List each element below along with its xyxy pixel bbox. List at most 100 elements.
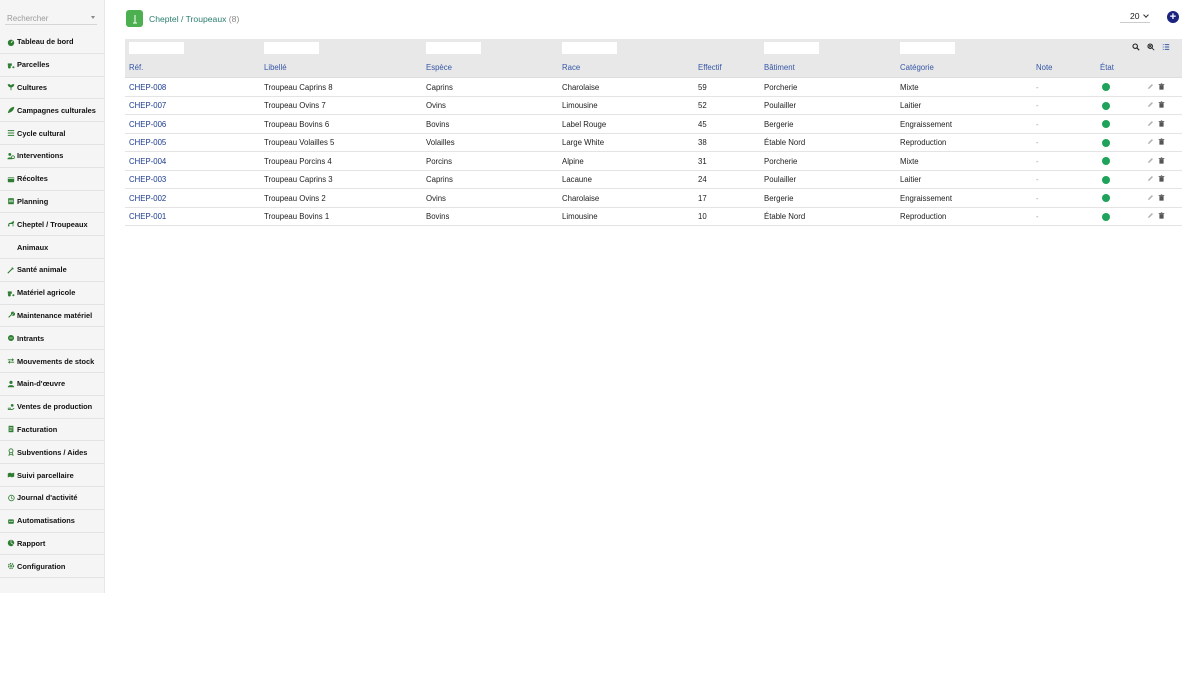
sidebar-item-sante-animale[interactable]: Santé animale (0, 259, 104, 282)
sidebar-item-intrants[interactable]: Intrants (0, 327, 104, 351)
sidebar-item-parcelles[interactable]: Parcelles (0, 54, 104, 77)
sidebar-item-campagnes-culturales[interactable]: Campagnes culturales (0, 99, 104, 123)
app-logo[interactable] (126, 10, 143, 27)
sidebar-item-mouvements-de-stock[interactable]: Mouvements de stock (0, 350, 104, 373)
trash-icon[interactable] (1158, 83, 1165, 92)
sidebar-item-label: Intrants (17, 333, 45, 343)
table-row[interactable]: CHEP-008 Troupeau Caprins 8 Caprins Charola… (125, 78, 1182, 97)
edit-icon[interactable] (1147, 120, 1154, 129)
trash-icon[interactable] (1158, 157, 1165, 166)
sidebar-item-tableau-de-bord[interactable]: Tableau de bord (0, 31, 104, 54)
sidebar-item-suivi-parcellaire[interactable]: Suivi parcellaire (0, 464, 104, 487)
column-header[interactable]: Race (562, 57, 580, 78)
edit-icon[interactable] (1147, 157, 1154, 166)
column-header[interactable]: Espèce (426, 57, 452, 78)
trash-icon[interactable] (1158, 175, 1165, 184)
edit-icon[interactable] (1147, 138, 1154, 147)
column-header[interactable]: Libellé (264, 57, 287, 78)
gauge-icon (6, 37, 15, 46)
sidebar-item-cultures[interactable]: Cultures (0, 77, 104, 100)
ref-link[interactable]: CHEP-007 (129, 97, 166, 116)
table-row[interactable]: CHEP-002 Troupeau Ovins 2 Ovins Charolaise 1… (125, 189, 1182, 208)
sidebar-item-maintenance-materiel[interactable]: Maintenance matériel (0, 305, 104, 328)
invoice-icon (6, 425, 15, 434)
filter-input[interactable] (562, 42, 617, 54)
table-row[interactable]: CHEP-003 Troupeau Caprins 3 Caprins Lacaune… (125, 171, 1182, 190)
page-title[interactable]: Cheptel / Troupeaux (149, 14, 226, 24)
ref-link[interactable]: CHEP-002 (129, 189, 166, 208)
filter-input[interactable] (264, 42, 319, 54)
column-header[interactable]: État (1100, 57, 1114, 78)
trash-icon[interactable] (1158, 194, 1165, 203)
search-box[interactable] (5, 12, 97, 25)
trash-icon[interactable] (1158, 120, 1165, 129)
trash-icon[interactable] (1158, 101, 1165, 110)
ref-link[interactable]: CHEP-006 (129, 115, 166, 134)
sidebar-item-animaux[interactable]: Animaux (0, 236, 104, 259)
table-cell: Engraissement (900, 119, 953, 129)
edit-icon[interactable] (1147, 212, 1154, 221)
table-row[interactable]: CHEP-007 Troupeau Ovins 7 Ovins Limousine 52… (125, 97, 1182, 116)
sidebar-item-facturation[interactable]: Facturation (0, 419, 104, 442)
table-cell: Volailles (426, 138, 455, 148)
table-row[interactable]: CHEP-005 Troupeau Volailles 5 Volailles Lar… (125, 134, 1182, 153)
ref-link[interactable]: CHEP-005 (129, 134, 166, 153)
column-header[interactable]: Réf. (129, 57, 143, 78)
ref-link[interactable]: CHEP-003 (129, 171, 166, 190)
sidebar-item-cycle-cultural[interactable]: Cycle cultural (0, 122, 104, 145)
sidebar-item-automatisations[interactable]: Automatisations (0, 510, 104, 533)
filter-input[interactable] (900, 42, 955, 54)
column-header[interactable]: Note (1036, 57, 1052, 78)
tree-icon (132, 14, 137, 23)
column-header[interactable]: Effectif (698, 57, 722, 78)
edit-icon[interactable] (1147, 194, 1154, 203)
chart-pie-icon (6, 539, 15, 548)
edit-icon[interactable] (1147, 175, 1154, 184)
filter-input[interactable] (764, 42, 819, 54)
trash-icon[interactable] (1158, 212, 1165, 221)
table-row[interactable]: CHEP-006 Troupeau Bovins 6 Bovins Label Rou… (125, 115, 1182, 134)
edit-icon[interactable] (1147, 83, 1154, 92)
sidebar-item-recoltes[interactable]: Récoltes (0, 168, 104, 191)
sidebar-item-cheptel-troupeaux[interactable]: Cheptel / Troupeaux (0, 213, 104, 237)
per-page-select[interactable]: 20 (1120, 10, 1150, 23)
edit-icon[interactable] (1147, 101, 1154, 110)
table-row[interactable]: CHEP-004 Troupeau Porcins 4 Porcins Alpine 3… (125, 152, 1182, 171)
table-body: CHEP-008 Troupeau Caprins 8 Caprins Charola… (125, 78, 1182, 226)
list-columns-icon[interactable] (1162, 43, 1170, 51)
sidebar-item-label: Facturation (17, 424, 58, 434)
column-header[interactable]: Bâtiment (764, 57, 795, 78)
column-header[interactable]: Catégorie (900, 57, 934, 78)
status-cell (1102, 115, 1110, 134)
ref-link[interactable]: CHEP-001 (129, 208, 166, 227)
filter-input[interactable] (129, 42, 184, 54)
table-cell: Porcherie (764, 156, 798, 166)
robot-icon (6, 516, 15, 525)
table-cell: 52 (698, 101, 707, 111)
sidebar-item-label: Planning (17, 196, 49, 206)
sidebar-item-interventions[interactable]: Interventions (0, 145, 104, 168)
chevron-down-icon[interactable] (91, 16, 95, 19)
sidebar-item-journal-d-activite[interactable]: Journal d'activité (0, 487, 104, 510)
table-cell: - (1036, 82, 1039, 92)
table-row[interactable]: CHEP-001 Troupeau Bovins 1 Bovins Limousine… (125, 208, 1182, 227)
sidebar-item-ventes-de-production[interactable]: Ventes de production (0, 396, 104, 419)
sidebar-item-planning[interactable]: Planning (0, 191, 104, 214)
search-icon[interactable] (1132, 43, 1140, 51)
sidebar-item-configuration[interactable]: Configuration (0, 555, 104, 579)
search-input[interactable] (5, 13, 89, 23)
sidebar-item-materiel-agricole[interactable]: Matériel agricole (0, 282, 104, 305)
ref-link[interactable]: CHEP-004 (129, 152, 166, 171)
filter-input[interactable] (426, 42, 481, 54)
table-cell: Laitier (900, 101, 922, 111)
sidebar-item-subventions-aides[interactable]: Subventions / Aides (0, 441, 104, 465)
ref-link[interactable]: CHEP-008 (129, 78, 166, 97)
record-count: (8) (228, 14, 240, 24)
trash-icon[interactable] (1158, 138, 1165, 147)
sidebar-item-rapport[interactable]: Rapport (0, 533, 104, 556)
clear-search-icon[interactable] (1147, 43, 1155, 51)
flask-icon (6, 334, 15, 343)
sidebar-item-main-d-uvre[interactable]: Main-d'œuvre (0, 373, 104, 396)
sidebar-item-label: Campagnes culturales (17, 105, 96, 115)
add-button[interactable]: + (1167, 11, 1179, 23)
